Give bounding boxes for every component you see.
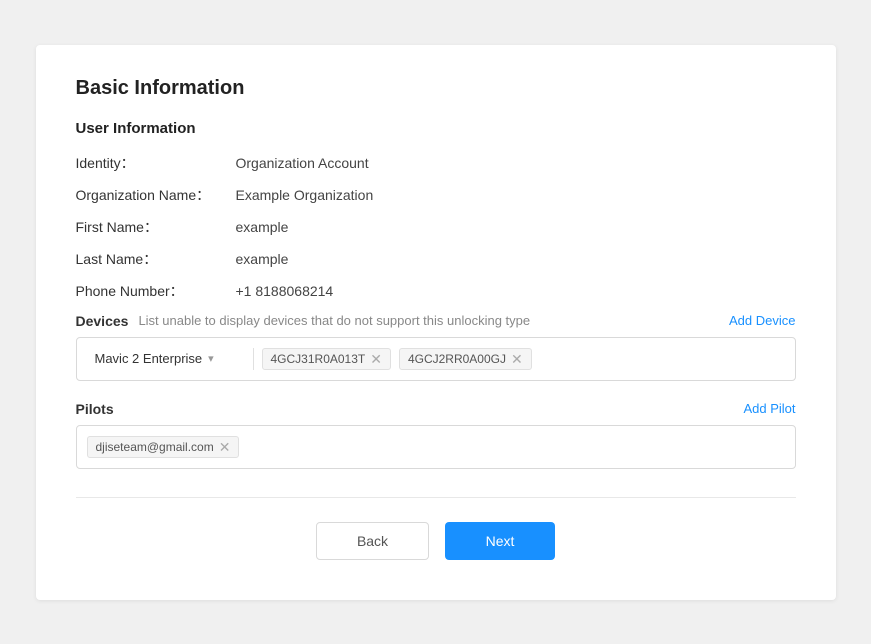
info-label: First Name： <box>76 217 236 237</box>
subsection-title: User Information <box>76 120 796 137</box>
info-label: Identity： <box>76 153 236 173</box>
device-tag-id: 4GCJ2RR0A00GJ <box>408 352 506 366</box>
pilots-label: Pilots <box>76 401 114 417</box>
pilots-header: Pilots Add Pilot <box>76 401 796 417</box>
device-tag-id: 4GCJ31R0A013T <box>271 352 366 366</box>
next-button[interactable]: Next <box>445 522 555 560</box>
chevron-down-icon: ▾ <box>208 352 214 365</box>
vertical-divider <box>253 348 254 370</box>
pilot-tag-close-icon[interactable]: ✕ <box>219 440 231 454</box>
back-button[interactable]: Back <box>316 522 429 560</box>
pilot-tag: djiseteam@gmail.com ✕ <box>87 436 240 458</box>
pilot-tag-email: djiseteam@gmail.com <box>96 440 214 454</box>
info-value: example <box>236 219 289 235</box>
info-value: Example Organization <box>236 187 374 203</box>
info-value: example <box>236 251 289 267</box>
info-label: Phone Number： <box>76 281 236 301</box>
devices-label: Devices <box>76 313 129 329</box>
info-value: +1 8188068214 <box>236 283 334 299</box>
main-card: Basic Information User Information Ident… <box>36 45 836 600</box>
add-device-link[interactable]: Add Device <box>729 313 795 328</box>
info-row: Identity：Organization Account <box>76 153 796 173</box>
devices-row: Mavic 2 Enterprise ▾ 4GCJ31R0A013T✕4GCJ2… <box>76 337 796 381</box>
section-title: Basic Information <box>76 77 796 100</box>
devices-header: Devices List unable to display devices t… <box>76 313 796 329</box>
info-label: Last Name： <box>76 249 236 269</box>
divider <box>76 497 796 498</box>
device-select-value: Mavic 2 Enterprise <box>95 351 203 366</box>
devices-header-left: Devices List unable to display devices t… <box>76 313 531 329</box>
info-row: Organization Name：Example Organization <box>76 185 796 205</box>
pilots-box: djiseteam@gmail.com ✕ <box>76 425 796 469</box>
info-value: Organization Account <box>236 155 369 171</box>
add-pilot-link[interactable]: Add Pilot <box>743 401 795 416</box>
device-select-dropdown[interactable]: Mavic 2 Enterprise ▾ <box>85 347 245 370</box>
info-row: First Name：example <box>76 217 796 237</box>
info-row: Phone Number：+1 8188068214 <box>76 281 796 301</box>
device-tag-close-icon[interactable]: ✕ <box>511 352 523 366</box>
pilots-section: Pilots Add Pilot djiseteam@gmail.com ✕ <box>76 401 796 469</box>
devices-hint: List unable to display devices that do n… <box>138 313 530 328</box>
info-label: Organization Name： <box>76 185 236 205</box>
device-tag-close-icon[interactable]: ✕ <box>370 352 382 366</box>
device-tag: 4GCJ31R0A013T ✕ <box>262 348 391 370</box>
footer-buttons: Back Next <box>76 522 796 560</box>
info-row: Last Name：example <box>76 249 796 269</box>
device-tag: 4GCJ2RR0A00GJ ✕ <box>399 348 532 370</box>
